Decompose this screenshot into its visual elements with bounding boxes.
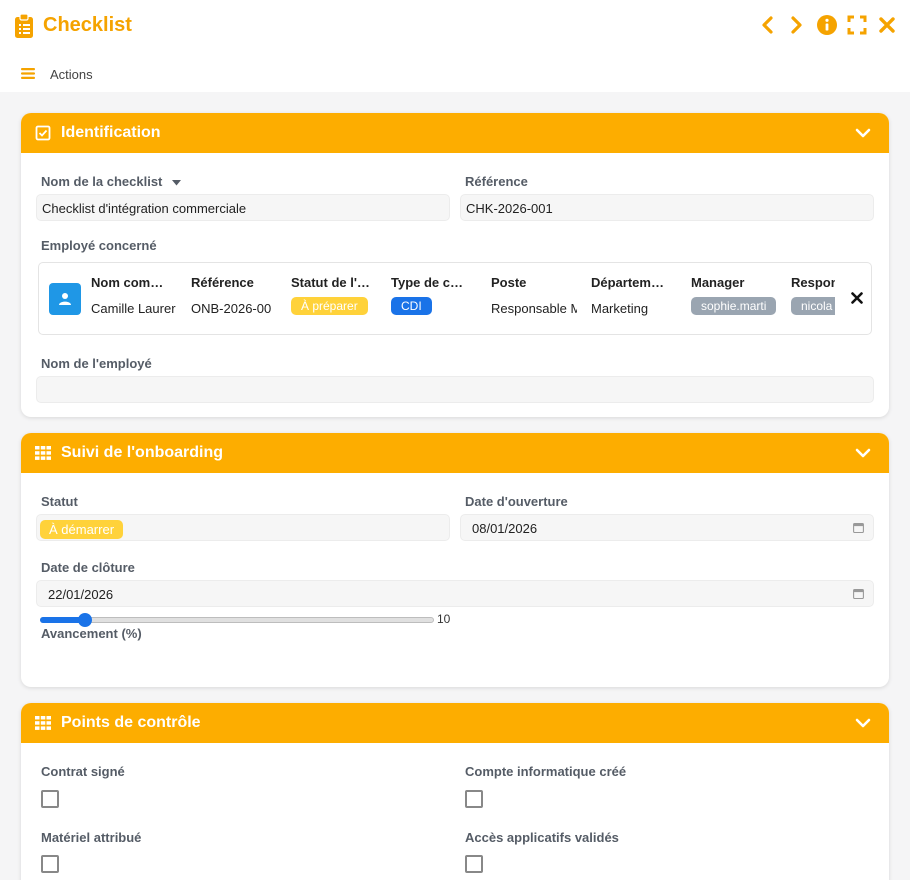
previous-button[interactable] [756,14,778,36]
hamburger-menu-icon[interactable] [21,68,35,79]
employee-name-column: Nom com… Camille Laurer [91,275,179,316]
progress-slider[interactable] [40,613,440,627]
it-account-label: Compte informatique créé [465,764,627,779]
user-icon [59,293,71,305]
checklist-name-label-text: Nom de la checklist [41,174,163,189]
equipment-checkbox[interactable] [41,855,59,873]
slider-track [40,617,434,623]
open-date-value: 08/01/2026 [472,521,538,536]
employee-department-column: Départem… Marketing [591,275,679,316]
employee-name-label: Nom de l'employé [41,356,152,371]
table-icon [35,446,51,460]
employee-reference-column: Référence ONB-2026-00 [191,275,277,316]
next-button[interactable] [786,14,808,36]
app-access-label: Accès applicatifs validés [465,830,619,845]
chevron-left-icon [762,16,773,34]
caret-down-icon[interactable] [172,179,182,186]
window-controls [756,14,898,36]
equipment-label: Matériel attribué [41,830,142,845]
employee-status-column: Statut de l'… À préparer [291,275,379,315]
close-date-value: 22/01/2026 [48,587,114,602]
calendar-icon[interactable] [853,588,864,599]
employee-name-field [36,376,874,403]
status-field[interactable]: À démarrer [36,514,450,541]
app-title: Checklist [43,14,132,36]
progress-value: 10 [437,612,451,626]
chevron-down-icon[interactable] [855,716,871,730]
progress-label: Avancement (%) [41,626,142,641]
fullscreen-button[interactable] [846,14,868,36]
column-header: Statut de l'… [291,275,370,290]
reference-label: Référence [465,174,528,189]
checklist-name-field[interactable]: Checklist d'intégration commerciale [36,194,450,221]
app-access-checkbox[interactable] [465,855,483,873]
actions-bar: Actions [0,54,910,92]
remove-employee-icon[interactable] [851,292,863,304]
calendar-icon[interactable] [853,522,864,533]
expand-icon [847,15,867,35]
checkpoints-section: Points de contrôle Contrat signé Compte … [21,703,889,880]
chevron-down-icon[interactable] [855,446,871,460]
section-title: Identification [61,124,161,141]
close-button[interactable] [876,14,898,36]
employee-label: Employé concerné [41,238,157,253]
title-bar: Checklist [0,0,910,54]
clipboard-icon [15,13,33,38]
column-header: Poste [491,275,527,290]
contract-badge: CDI [391,297,432,315]
section-title: Points de contrôle [61,714,201,731]
employee-position-cell: Responsable M [491,301,577,316]
employee-name-cell: Camille Laurer [91,301,176,316]
close-date-label: Date de clôture [41,560,135,575]
open-date-field[interactable]: 08/01/2026 [460,514,874,541]
column-header: Type de c… [391,275,464,290]
owner-badge: nicola [791,297,835,315]
it-account-checkbox[interactable] [465,790,483,808]
checklist-window: Checklist Actions Identification Nom de … [0,0,910,880]
reference-field[interactable]: CHK-2026-001 [460,194,874,221]
status-label: Statut [41,494,78,509]
chevron-down-icon[interactable] [855,126,871,140]
employee-reference-cell: ONB-2026-00 [191,301,272,316]
manager-badge: sophie.marti [691,297,777,315]
onboarding-header[interactable]: Suivi de l'onboarding [21,433,889,473]
employee-subtable: Nom com… Camille Laurer Référence ONB-20… [38,262,872,335]
close-date-field[interactable]: 22/01/2026 [36,580,874,607]
info-icon [817,15,837,35]
column-header: Manager [691,275,745,290]
employee-position-column: Poste Responsable M [491,275,577,316]
employee-manager-column: Manager sophie.marti [691,275,777,315]
employee-contract-column: Type de c… CDI [391,275,479,315]
slider-thumb[interactable] [78,613,92,627]
table-icon [35,716,51,730]
close-icon [879,17,895,33]
chevron-right-icon [791,16,802,34]
column-header: Référence [191,275,254,290]
checklist-name-label: Nom de la checklist [41,174,182,189]
column-header: Respon [791,275,835,290]
section-title: Suivi de l'onboarding [61,444,224,461]
onboarding-section: Suivi de l'onboarding Statut À démarrer … [21,433,889,687]
employee-avatar[interactable] [49,283,81,315]
info-button[interactable] [816,14,838,36]
status-badge: À préparer [291,297,368,315]
checkbox-checked-icon [35,125,51,141]
column-header: Départem… [591,275,664,290]
contract-signed-checkbox[interactable] [41,790,59,808]
identification-header[interactable]: Identification [21,113,889,153]
employee-owner-column: Respon nicola [791,275,835,315]
actions-menu-label[interactable]: Actions [50,67,93,82]
identification-section: Identification Nom de la checklist Check… [21,113,889,417]
status-badge: À démarrer [40,520,124,539]
open-date-label: Date d'ouverture [465,494,568,509]
contract-signed-label: Contrat signé [41,764,125,779]
column-header: Nom com… [91,275,164,290]
checkpoints-header[interactable]: Points de contrôle [21,703,889,743]
employee-department-cell: Marketing [591,301,649,316]
